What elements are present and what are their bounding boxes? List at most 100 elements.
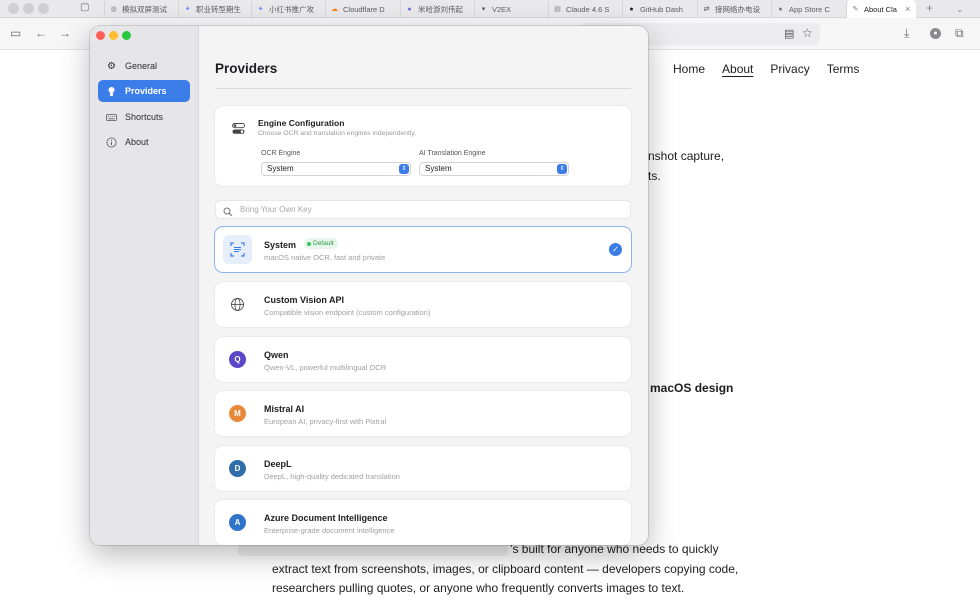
sidebar-item-about[interactable]: About [98, 131, 190, 153]
provider-name: System [264, 240, 297, 250]
close-tab-icon[interactable]: × [905, 4, 910, 14]
browser-tab[interactable]: ● App Store C [771, 0, 841, 18]
doc-icon: ▤ [554, 5, 561, 13]
tab-label: Cloudflare D [343, 4, 385, 14]
translation-engine-label: AI Translation Engine [419, 150, 486, 157]
browser-tab[interactable]: ◍ 模拟双屏测试 [104, 0, 174, 18]
tab-label: Claude 4.6 S [566, 4, 610, 14]
minimize-window-button[interactable] [23, 3, 34, 14]
apple-icon: ● [778, 5, 783, 13]
nav-home[interactable]: Home [673, 62, 705, 76]
bookmark-star-icon[interactable]: ☆ [802, 26, 813, 40]
browser-tab[interactable]: ☁ Cloudflare D [325, 0, 395, 18]
ocr-engine-value: System [267, 164, 294, 173]
tab-list-chevron-icon[interactable]: ⌄ [956, 0, 964, 18]
v2ex-icon: ▾ [481, 5, 486, 13]
provider-card-system[interactable]: System Default macOS native OCR, fast an… [215, 227, 631, 272]
provider-card-qwen[interactable]: Q Qwen Qwen-VL, powerful multilingual OC… [215, 337, 631, 382]
browser-tab[interactable]: ⇄ 接网络办电设 [697, 0, 767, 18]
sidebar-item-label: General [125, 61, 158, 71]
tab-label: About Cla [864, 4, 897, 14]
extensions-icon[interactable]: ⧉ [955, 26, 964, 40]
minimize-button[interactable] [109, 31, 118, 40]
page-paragraph-line: extract text from screenshots, images, o… [272, 562, 739, 576]
downloads-icon[interactable]: ⤓ [904, 26, 909, 40]
browser-tab[interactable]: ● 米哈游刘伟起 [400, 0, 470, 18]
browser-tab[interactable]: ✦ 职业转型期生 [178, 0, 248, 18]
updown-chevron-icon: ⇕ [557, 164, 567, 174]
nav-terms[interactable]: Terms [827, 62, 860, 76]
provider-name: Mistral AI [264, 404, 305, 414]
engine-configuration-card: Engine Configuration Choose OCR and tran… [215, 106, 631, 186]
tab-overview-icon[interactable]: ▢ [80, 1, 89, 15]
info-icon [106, 137, 117, 148]
sidebar-item-label: Providers [125, 86, 167, 96]
provider-description: Compatible vision endpoint (custom confi… [264, 308, 431, 317]
close-button[interactable] [96, 31, 105, 40]
provider-description: macOS native OCR, fast and private [264, 253, 386, 262]
settings-sidebar: ⚙ General Providers Shortcuts About [90, 26, 199, 545]
sidebar-item-label: Shortcuts [125, 112, 164, 122]
forward-arrow-icon[interactable]: → [59, 26, 71, 40]
translation-engine-value: System [425, 164, 452, 173]
ocr-scan-icon [223, 235, 252, 264]
sparkle-icon: ✦ [184, 5, 191, 13]
page-heading-fragment: macOS design [650, 381, 734, 395]
provider-card-deepl[interactable]: D DeepL DeepL, high-quality dedicated tr… [215, 446, 631, 491]
mistral-logo-icon: M [229, 405, 246, 422]
nav-privacy[interactable]: Privacy [770, 62, 809, 76]
tab-label: App Store C [789, 4, 830, 14]
browser-tab[interactable]: ▤ Claude 4.6 S [548, 0, 618, 18]
sidebar-item-general[interactable]: ⚙ General [98, 55, 190, 77]
github-icon: ● [629, 5, 634, 13]
provider-description: DeepL, high-quality dedicated translatio… [264, 472, 400, 481]
browser-tab[interactable]: ✦ 小红书推广攻 [251, 0, 321, 18]
providers-panel: Providers Engine Configuration Choose OC… [199, 26, 648, 545]
provider-description: Qwen-VL, powerful multilingual OCR [264, 363, 387, 372]
site-nav: Home About Privacy Terms [673, 62, 859, 76]
search-icon [223, 204, 233, 217]
ocr-engine-select[interactable]: System ⇕ [261, 162, 411, 176]
qwen-logo-icon: Q [229, 351, 246, 368]
checkmark-icon: ✓ [609, 243, 622, 256]
cloud-icon: ☁ [331, 5, 338, 13]
engine-config-subtitle: Choose OCR and translation engines indep… [258, 130, 417, 137]
updown-chevron-icon: ⇕ [399, 164, 409, 174]
provider-description: Enterprise-grade document intelligence [264, 526, 395, 535]
close-window-button[interactable] [8, 3, 19, 14]
default-badge: Default [304, 238, 338, 249]
page-paragraph-line: researchers pulling quotes, or anyone wh… [272, 581, 685, 595]
zoom-window-button[interactable] [38, 3, 49, 14]
provider-name: Custom Vision API [264, 295, 345, 305]
reader-mode-icon[interactable]: ▤ [784, 27, 794, 40]
new-tab-button[interactable]: + [926, 0, 933, 16]
tab-label: 职业转型期生 [196, 4, 241, 14]
browser-tab[interactable]: ✎ About Cla × [846, 0, 916, 18]
back-arrow-icon[interactable]: ← [35, 26, 47, 40]
sidebar-item-shortcuts[interactable]: Shortcuts [98, 106, 190, 128]
tab-label: 模拟双屏测试 [122, 4, 167, 14]
translation-engine-select[interactable]: System ⇕ [419, 162, 569, 176]
tab-label: V2EX [492, 4, 512, 14]
tab-label: GitHub Dash [640, 4, 683, 14]
azure-logo-icon: A [229, 514, 246, 531]
nav-about[interactable]: About [722, 62, 753, 76]
ocr-engine-label: OCR Engine [261, 150, 301, 157]
sidebar-toggle-icon[interactable]: ▭ [10, 26, 21, 40]
profile-avatar[interactable]: ● [930, 28, 941, 39]
provider-card-custom-vision[interactable]: Custom Vision API Compatible vision endp… [215, 282, 631, 327]
deepl-logo-icon: D [229, 460, 246, 477]
zoom-button[interactable] [122, 31, 131, 40]
lightbulb-icon [106, 86, 117, 97]
circle-icon: ● [407, 5, 412, 13]
gear-icon: ⚙ [107, 60, 116, 72]
sidebar-item-providers[interactable]: Providers [98, 80, 190, 102]
search-input[interactable] [240, 203, 620, 216]
tab-label: 接网络办电设 [715, 4, 760, 14]
globe-icon: ◍ [110, 5, 117, 13]
browser-tab[interactable]: ● GitHub Dash [622, 0, 692, 18]
title-divider [215, 88, 631, 89]
provider-card-mistral[interactable]: M Mistral AI European AI, privacy-first … [215, 391, 631, 436]
browser-tab[interactable]: ▾ V2EX [474, 0, 544, 18]
provider-card-azure[interactable]: A Azure Document Intelligence Enterprise… [215, 500, 631, 545]
